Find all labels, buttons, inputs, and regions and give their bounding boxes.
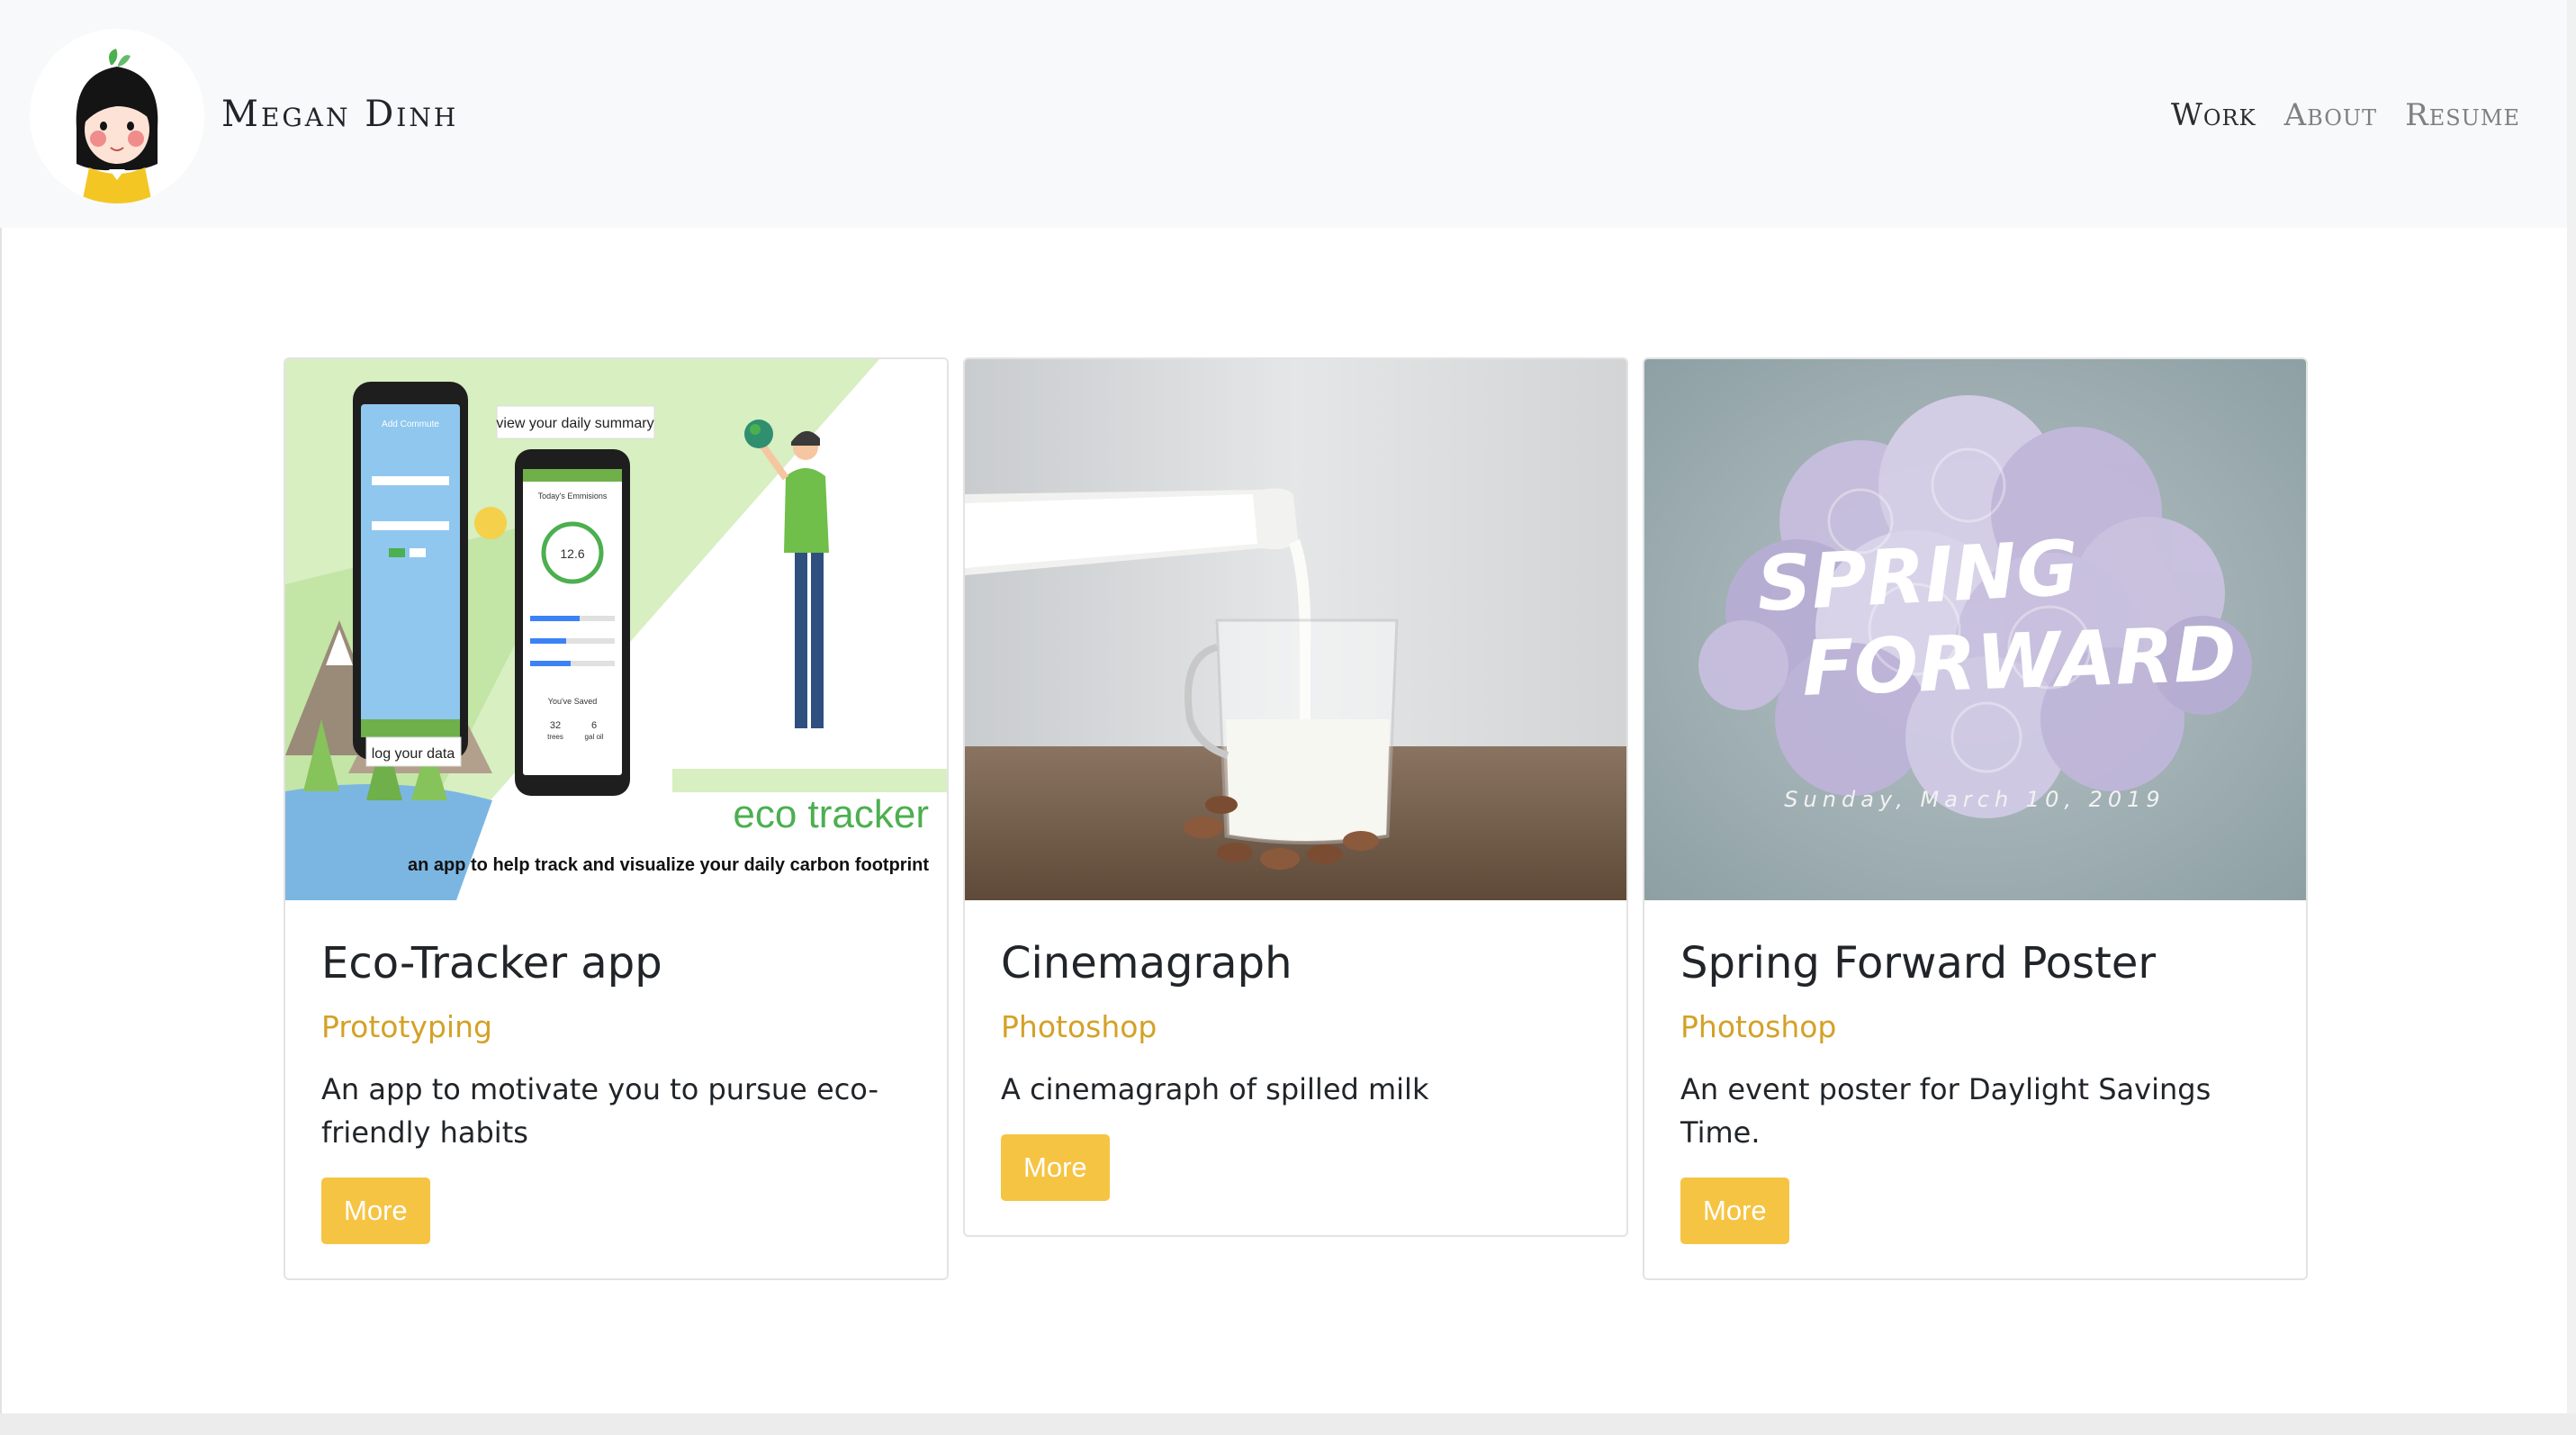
card-description: An event poster for Daylight Savings Tim…: [1680, 1072, 2211, 1150]
poster-line2: FORWARD: [1801, 609, 2238, 713]
more-button[interactable]: More: [321, 1178, 430, 1244]
svg-text:6: 6: [591, 720, 597, 731]
brand-name[interactable]: Megan Dinh: [221, 85, 458, 144]
card-category: Photoshop: [1680, 1009, 1837, 1044]
eco-tracker-tagline: an app to help track and visualize your …: [408, 855, 929, 875]
poster-date: Sunday, March 10, 2019: [1784, 787, 2165, 812]
svg-text:12.6: 12.6: [560, 546, 584, 561]
card-title: Cinemagraph: [1001, 938, 1293, 988]
callout-log: log your data: [372, 746, 455, 762]
project-card-eco-tracker: Add Commute Today's Emmisions 12.6 You'v…: [284, 357, 949, 1280]
card-title: Spring Forward Poster: [1680, 938, 2157, 988]
svg-text:Today's Emmisions: Today's Emmisions: [538, 492, 608, 501]
more-button[interactable]: More: [1680, 1178, 1789, 1244]
avatar-logo[interactable]: [30, 29, 204, 203]
window-edge: [2567, 0, 2576, 1413]
svg-text:gal oil: gal oil: [585, 733, 604, 741]
project-card-cinemagraph: Cinemagraph Photoshop A cinemagraph of s…: [963, 357, 1628, 1237]
navbar: Megan Dinh Work About Resume: [0, 0, 2576, 228]
card-title: Eco-Tracker app: [321, 938, 662, 988]
nav-link-about[interactable]: About: [2284, 90, 2378, 140]
phone-screen-header: Add Commute: [382, 420, 439, 429]
card-description: An app to motivate you to pursue eco-fri…: [321, 1072, 879, 1150]
card-description: A cinemagraph of spilled milk: [1001, 1072, 1429, 1106]
nav-link-resume[interactable]: Resume: [2405, 90, 2520, 140]
cinemagraph-image: [965, 359, 1626, 900]
svg-text:You've Saved: You've Saved: [548, 697, 597, 706]
nav-link-work[interactable]: Work: [2171, 90, 2256, 140]
card-body: Eco-Tracker app Prototyping An app to mo…: [285, 900, 947, 1278]
project-cards: Add Commute Today's Emmisions 12.6 You'v…: [284, 357, 2308, 1280]
nav-links: Work About Resume: [2171, 90, 2520, 140]
svg-text:trees: trees: [547, 733, 563, 741]
avatar-illustration: [30, 29, 204, 203]
card-category: Photoshop: [1001, 1009, 1157, 1044]
card-category: Prototyping: [321, 1009, 492, 1044]
card-body: Cinemagraph Photoshop A cinemagraph of s…: [965, 900, 1626, 1235]
poster-line1: SPRING: [1755, 524, 2081, 629]
eco-tracker-headline: eco tracker: [733, 792, 929, 836]
callout-summary: view your daily summary: [496, 416, 653, 431]
spring-forward-image: SPRING FORWARD Sunday, March 10, 2019: [1644, 359, 2306, 900]
project-card-spring-forward: SPRING FORWARD Sunday, March 10, 2019 Sp…: [1643, 357, 2308, 1280]
svg-text:32: 32: [550, 720, 561, 731]
card-body: Spring Forward Poster Photoshop An event…: [1644, 900, 2306, 1278]
eco-tracker-image: Add Commute Today's Emmisions 12.6 You'v…: [285, 359, 947, 900]
more-button[interactable]: More: [1001, 1134, 1110, 1201]
bottom-bar: [0, 1413, 2576, 1435]
